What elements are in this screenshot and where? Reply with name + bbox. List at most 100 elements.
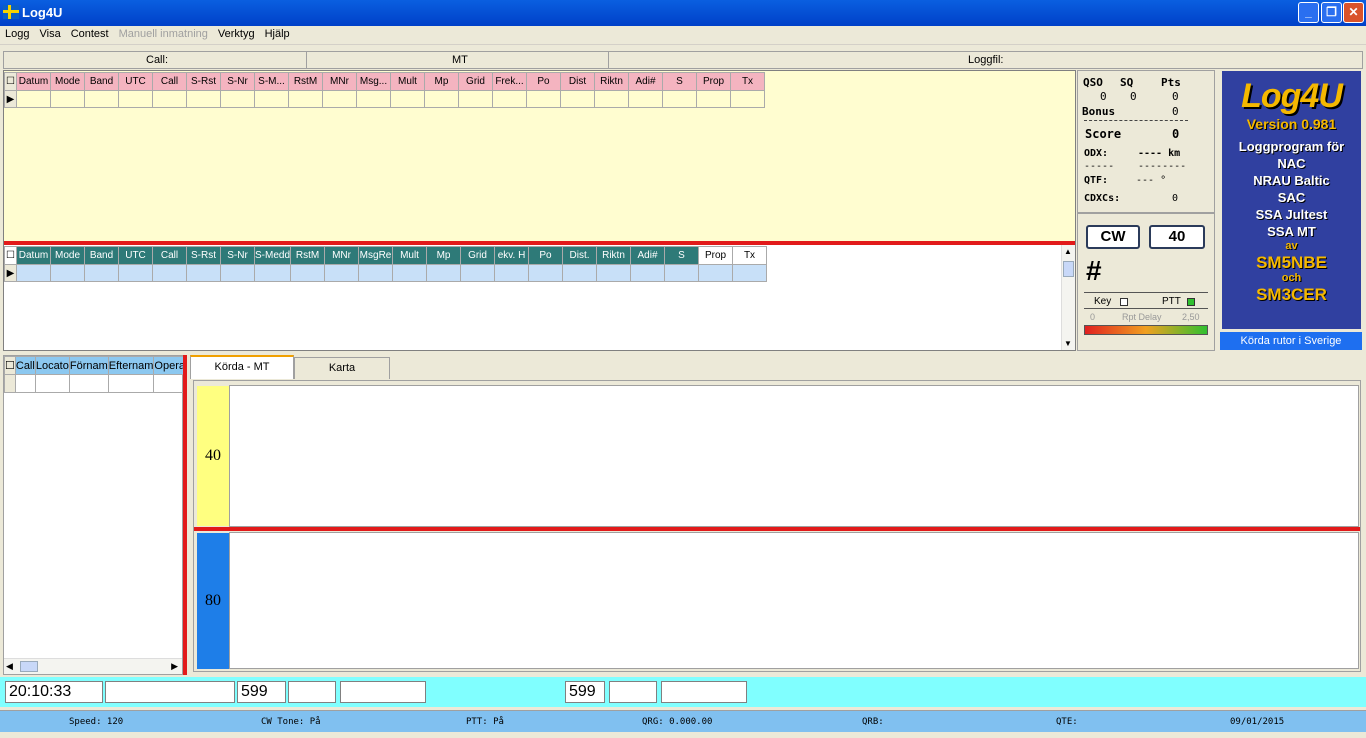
entry-vertical-scrollbar[interactable]: ▲ ▼ [1061,245,1075,350]
close-button[interactable]: ✕ [1343,2,1364,23]
grid-cell[interactable] [426,264,462,282]
grid-cell[interactable] [152,90,187,108]
column-header[interactable]: S-Medd [253,246,292,265]
grid-cell[interactable] [458,90,493,108]
column-header[interactable]: Opera [153,356,186,375]
column-header[interactable]: Locato [34,356,70,375]
column-header[interactable]: RstM [290,246,326,265]
column-header[interactable]: Grid [458,72,493,91]
column-header[interactable]: Band [84,72,119,91]
column-header[interactable]: Riktn [594,72,629,91]
minimize-button[interactable]: _ [1298,2,1319,23]
grid-cell[interactable] [562,264,598,282]
grid-cell[interactable] [290,264,326,282]
column-header[interactable]: MsgRe [358,246,394,265]
grid-cell[interactable] [107,374,155,393]
maximize-button[interactable]: ❐ [1321,2,1342,23]
column-header[interactable]: Prop [698,246,734,265]
column-header[interactable]: UTC [118,72,153,91]
grid-cell[interactable] [254,90,289,108]
grid-cell[interactable] [153,374,186,393]
column-header[interactable]: Band [84,246,119,265]
grid-cell[interactable] [492,90,527,108]
grid-cell[interactable] [50,264,85,282]
column-header[interactable]: UTC [118,246,153,265]
grid-cell[interactable] [730,90,765,108]
grid-cell[interactable] [186,264,221,282]
menu-hjalp[interactable]: Hjälp [260,26,295,42]
column-header[interactable]: Frek... [492,72,527,91]
grid-cell[interactable] [68,374,109,393]
rst-sent-field[interactable]: 599 [237,681,286,703]
band-button[interactable]: 40 [1149,225,1205,249]
column-header[interactable]: S-Nr [220,246,255,265]
grid-cell[interactable] [662,90,697,108]
column-header[interactable]: Prop [696,72,731,91]
column-header[interactable]: Call [14,356,36,375]
column-header[interactable]: Mode [50,246,85,265]
grid-cell[interactable] [596,264,632,282]
grid-cell[interactable] [732,264,768,282]
grid-cell[interactable] [560,90,595,108]
grid-cell[interactable] [390,90,425,108]
grid-cell[interactable] [628,90,663,108]
grid-cell[interactable] [84,264,119,282]
mode-button[interactable]: CW [1086,225,1140,249]
msg-sent-field[interactable] [340,681,426,703]
column-header[interactable]: S-Rst [186,72,221,91]
grid-cell[interactable] [424,90,459,108]
column-header[interactable]: S [664,246,700,265]
map-caption-button[interactable]: Körda rutor i Sverige [1220,332,1362,350]
time-field[interactable]: 20:10:33 [5,681,103,703]
column-header[interactable]: MNr [322,72,357,91]
tab-karta[interactable]: Karta [294,357,390,379]
menu-contest[interactable]: Contest [66,26,114,42]
grid-cell[interactable] [526,90,561,108]
grid-cell[interactable] [16,264,51,282]
select-all-cell[interactable]: ☐ [4,356,16,375]
column-header[interactable]: Förnam [68,356,109,375]
column-header[interactable]: Dist [560,72,595,91]
nr-rcvd-field[interactable] [609,681,657,703]
column-header[interactable]: Msg... [356,72,391,91]
column-header[interactable]: Po [528,246,564,265]
column-header[interactable]: Tx [730,72,765,91]
grid-cell[interactable] [594,90,629,108]
grid-cell[interactable] [696,90,731,108]
grid-cell[interactable] [664,264,700,282]
grid-cell[interactable] [528,264,564,282]
grid-cell[interactable] [16,90,51,108]
column-header[interactable]: S-Nr [220,72,255,91]
column-header[interactable]: RstM [288,72,323,91]
band-splitter[interactable] [194,527,1360,531]
msg-rcvd-field[interactable] [661,681,747,703]
grid-cell[interactable] [186,90,221,108]
grid-cell[interactable] [34,374,70,393]
column-header[interactable]: S-M... [254,72,289,91]
select-all-cell[interactable]: ☐ [4,72,17,91]
column-header[interactable]: Datum [16,246,51,265]
column-header[interactable]: ekv. H [494,246,530,265]
nr-sent-field[interactable] [288,681,336,703]
grid-cell[interactable] [494,264,530,282]
grid-cell[interactable] [14,374,36,393]
grid-cell[interactable] [253,264,292,282]
menu-logg[interactable]: Logg [0,26,34,42]
column-header[interactable]: Po [526,72,561,91]
grid-cell[interactable] [220,264,255,282]
tab-korda-mt[interactable]: Körda - MT [190,355,294,379]
rpt-delay-slider[interactable] [1084,325,1208,335]
grid-cell[interactable] [392,264,428,282]
grid-cell[interactable] [50,90,85,108]
grid-cell[interactable] [698,264,734,282]
call-input[interactable] [105,681,235,703]
column-header[interactable]: Mp [424,72,459,91]
column-header[interactable]: Adi# [630,246,666,265]
grid-cell[interactable] [118,264,153,282]
column-header[interactable]: Riktn [596,246,632,265]
column-header[interactable]: Call [152,72,187,91]
column-header[interactable]: Efternam [107,356,155,375]
grid-cell[interactable] [288,90,323,108]
menu-verktyg[interactable]: Verktyg [213,26,260,42]
select-all-cell[interactable]: ☐ [4,246,17,265]
